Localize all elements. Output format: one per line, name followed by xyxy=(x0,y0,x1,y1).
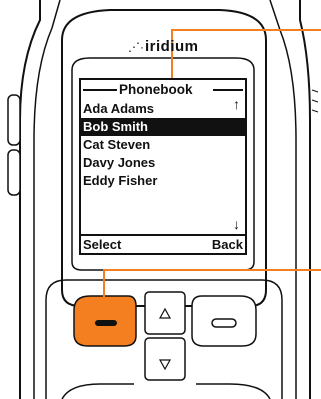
lower-keys-outline xyxy=(61,383,271,399)
nav-down-button[interactable] xyxy=(144,337,186,381)
contact-list-item[interactable]: Ada Adams xyxy=(81,100,245,118)
contact-list-item[interactable]: Eddy Fisher xyxy=(81,172,245,190)
phone-body-inner-right xyxy=(269,0,297,399)
brand-dots: ⋰· xyxy=(128,40,144,54)
side-button-upper[interactable] xyxy=(7,94,21,146)
screen-title: Phonebook xyxy=(119,82,193,97)
screen-header: Phonebook xyxy=(81,80,245,100)
phone-body-inner-left xyxy=(33,0,61,399)
phone-screen: Phonebook ↑ Ada Adams Bob Smith Cat Stev… xyxy=(79,78,247,255)
speaker-ridge xyxy=(311,89,319,113)
contact-list-item-selected[interactable]: Bob Smith xyxy=(81,118,245,136)
scroll-down-icon: ↓ xyxy=(233,216,240,232)
brand-name: iridium xyxy=(145,38,199,55)
softkey-label-back[interactable]: Back xyxy=(212,236,243,253)
softkey-label-select[interactable]: Select xyxy=(83,236,121,253)
side-button-lower[interactable] xyxy=(7,149,21,196)
brand-logo: ⋰·iridium xyxy=(128,38,199,55)
contact-list-item[interactable]: Davy Jones xyxy=(81,154,245,172)
dash-icon xyxy=(211,318,237,328)
contact-list-item[interactable]: Cat Steven xyxy=(81,136,245,154)
softkey-bar: Select Back xyxy=(81,234,245,253)
contact-list: Ada Adams Bob Smith Cat Steven Davy Jone… xyxy=(81,100,245,190)
dash-icon xyxy=(95,320,117,326)
nav-up-button[interactable] xyxy=(144,291,186,335)
